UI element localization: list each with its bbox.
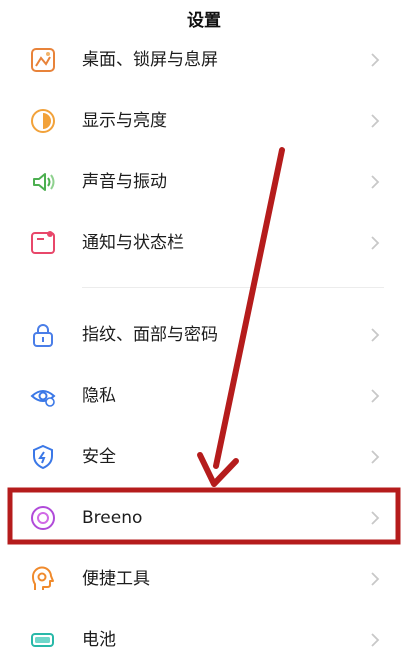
- chevron-right-icon: [368, 174, 382, 190]
- eye-icon: [30, 383, 56, 409]
- settings-item-battery[interactable]: 电池: [0, 610, 408, 670]
- settings-item-label: Breeno: [82, 508, 143, 528]
- settings-item-label: 桌面、锁屏与息屏: [82, 50, 218, 70]
- settings-item-security-passwords[interactable]: 指纹、面部与密码: [0, 305, 408, 365]
- chevron-right-icon: [368, 235, 382, 251]
- chevron-right-icon: [368, 510, 382, 526]
- lock-icon: [30, 322, 56, 348]
- settings-item-privacy[interactable]: 隐私: [0, 366, 408, 426]
- battery-icon: [30, 627, 56, 653]
- chevron-right-icon: [368, 449, 382, 465]
- wallpaper-icon: [30, 47, 56, 73]
- chevron-right-icon: [368, 327, 382, 343]
- notification-icon: [30, 230, 56, 256]
- settings-item-label: 通知与状态栏: [82, 233, 184, 253]
- speaker-icon: [30, 169, 56, 195]
- settings-item-label: 声音与振动: [82, 172, 167, 192]
- breeno-icon: [30, 505, 56, 531]
- settings-item-tools[interactable]: 便捷工具: [0, 549, 408, 609]
- chevron-right-icon: [368, 52, 382, 68]
- settings-item-desktop[interactable]: 桌面、锁屏与息屏: [0, 30, 408, 90]
- chevron-right-icon: [368, 571, 382, 587]
- chevron-right-icon: [368, 388, 382, 404]
- settings-item-label: 指纹、面部与密码: [82, 325, 218, 345]
- settings-item-label: 电池: [82, 630, 116, 650]
- settings-item-notifications[interactable]: 通知与状态栏: [0, 213, 408, 273]
- tools-icon: [30, 566, 56, 592]
- settings-item-label: 隐私: [82, 386, 116, 406]
- settings-item-security[interactable]: 安全: [0, 427, 408, 487]
- shield-icon: [30, 444, 56, 470]
- settings-item-label: 显示与亮度: [82, 111, 167, 131]
- chevron-right-icon: [368, 632, 382, 648]
- brightness-icon: [30, 108, 56, 134]
- settings-item-label: 便捷工具: [82, 569, 150, 589]
- settings-item-label: 安全: [82, 447, 116, 467]
- settings-item-breeno[interactable]: Breeno: [0, 488, 408, 548]
- settings-item-sound[interactable]: 声音与振动: [0, 152, 408, 212]
- settings-item-display[interactable]: 显示与亮度: [0, 91, 408, 151]
- chevron-right-icon: [368, 113, 382, 129]
- section-divider: [82, 287, 384, 288]
